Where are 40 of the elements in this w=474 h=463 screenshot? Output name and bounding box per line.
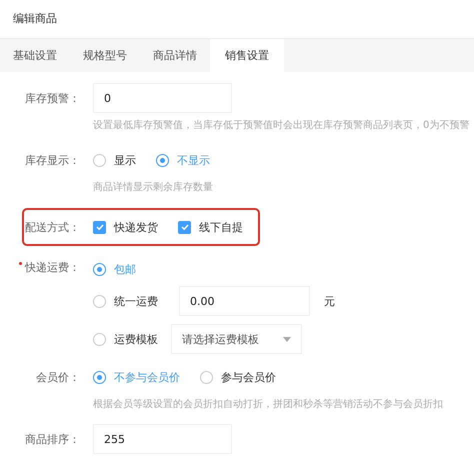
radio-button[interactable]: [200, 370, 213, 384]
option-label: 包邮: [114, 262, 136, 276]
option-label: 不参与会员价: [114, 370, 180, 384]
field-label: 会员价：: [36, 370, 80, 384]
hint-text: 设置最低库存预警值，当库存低于预警值时会出现在库存预警商品列表页，0为不预警: [92, 118, 470, 133]
option-label: 参与会员价: [221, 370, 276, 384]
hint-text: 商品详情显示剩余库存数量: [92, 180, 214, 195]
checkbox[interactable]: [93, 220, 106, 234]
radio-button[interactable]: [93, 294, 106, 308]
option-label: 运费模板: [114, 332, 158, 346]
tab[interactable]: 规格型号: [70, 39, 140, 72]
page-title: 编辑商品: [12, 11, 58, 27]
checkbox[interactable]: [178, 220, 191, 234]
field-label: 商品排序：: [25, 432, 80, 446]
option-label: 线下自提: [199, 220, 243, 234]
hint-text: 根据会员等级设置的会员折扣自动打折，拼团和秒杀等营销活动不参与会员折扣: [92, 398, 444, 412]
option-label: 统一运费: [114, 294, 158, 308]
tab[interactable]: 销售设置: [210, 39, 284, 72]
select-dropdown[interactable]: 请选择运费模板: [171, 324, 302, 354]
field-label: 配送方式：: [25, 220, 80, 234]
radio-button[interactable]: [93, 332, 106, 346]
unit-label: 元: [324, 294, 335, 308]
option-label: 不显示: [177, 152, 210, 168]
option-label: 显示: [114, 152, 136, 168]
tab[interactable]: 商品详情: [140, 39, 210, 72]
checkmark-icon: [94, 222, 104, 232]
input-field[interactable]: 0: [93, 83, 232, 113]
field-label: 库存显示：: [25, 154, 80, 166]
checkmark-icon: [180, 222, 190, 232]
field-label: 库存预警：: [25, 92, 80, 104]
option-label: 快递发货: [114, 220, 158, 234]
radio-button[interactable]: [156, 154, 169, 166]
field-label: 快递运费：: [25, 261, 80, 274]
input-field[interactable]: 0.00: [179, 286, 310, 316]
caret-icon: [283, 336, 291, 342]
input-field[interactable]: 255: [93, 424, 232, 454]
tab[interactable]: 基础设置: [0, 39, 70, 72]
radio-button[interactable]: [93, 370, 106, 384]
radio-button[interactable]: [93, 154, 106, 166]
radio-button[interactable]: [93, 262, 106, 276]
